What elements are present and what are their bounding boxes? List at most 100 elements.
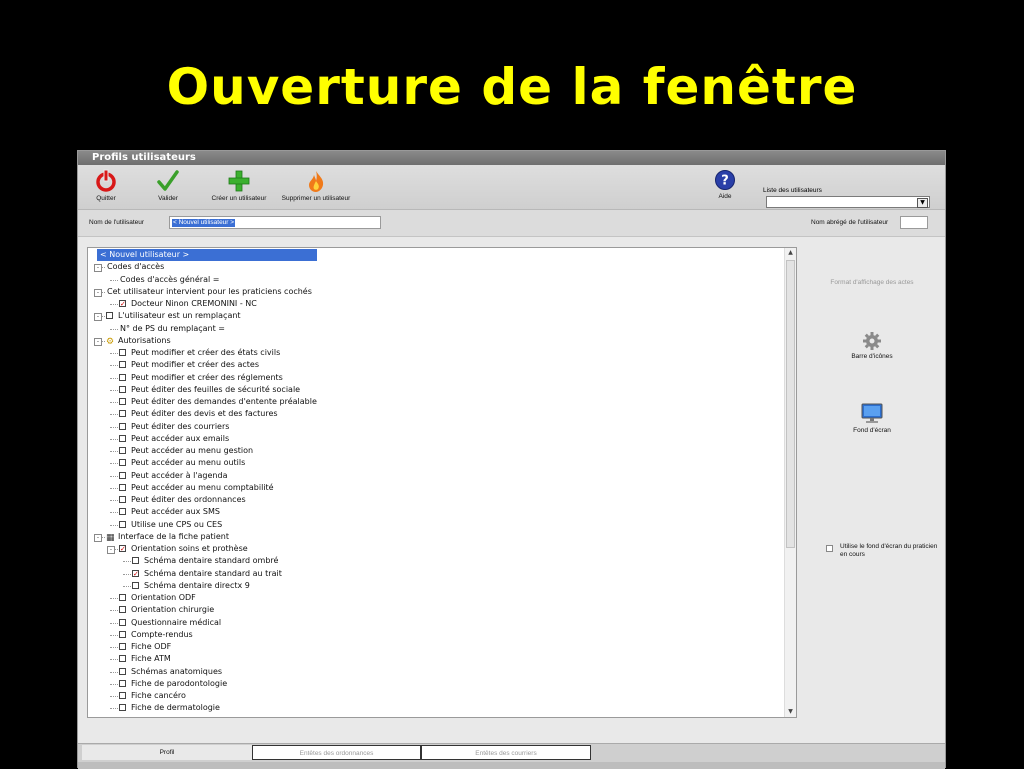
tree-row[interactable]: - Cet utilisateur intervient pour les pra…	[88, 286, 778, 298]
permission-checkbox[interactable]	[119, 373, 126, 381]
quit-button[interactable]: Quitter	[86, 169, 126, 202]
permission-checkbox[interactable]	[119, 594, 126, 601]
tree-connector	[110, 647, 118, 648]
tree-row[interactable]: Peut éditer des courriers	[88, 421, 778, 433]
permission-checkbox[interactable]	[119, 679, 126, 687]
tree-row-label: Peut accéder à l'agenda	[131, 470, 228, 480]
permission-checkbox[interactable]	[132, 581, 139, 589]
permission-checkbox[interactable]	[119, 704, 126, 712]
validate-button[interactable]: Valider	[148, 169, 188, 202]
tree-row-label: Peut modifier et créer des réglements	[131, 372, 283, 382]
collapse-toggle-icon[interactable]: -	[107, 546, 115, 554]
icon-bar-button[interactable]: Barre d'icônes	[800, 331, 944, 360]
tree-row[interactable]: Peut éditer des ordonnances	[88, 494, 778, 506]
help-button[interactable]: ? Aide	[708, 169, 742, 200]
dropdown-arrow-icon[interactable]: ▼	[917, 198, 928, 208]
tree-row[interactable]: - Codes d'accès	[88, 261, 778, 273]
permission-checkbox[interactable]	[119, 496, 126, 503]
short-name-input[interactable]	[900, 216, 928, 229]
permission-checkbox[interactable]	[119, 349, 126, 356]
tree-row[interactable]: N° de PS du remplaçant =	[88, 323, 778, 335]
scroll-up-icon[interactable]: ▲	[785, 248, 796, 258]
tree-row[interactable]: - ▦ Interface de la fiche patient	[88, 531, 778, 543]
tree-row[interactable]: Fiche ATM	[88, 653, 778, 665]
permission-checkbox[interactable]	[119, 447, 126, 454]
tree-row[interactable]: Schémas anatomiques	[88, 666, 778, 678]
tree-row[interactable]: Orientation ODF	[88, 592, 778, 604]
tree-row[interactable]: Peut modifier et créer des réglements	[88, 372, 778, 384]
tree-row[interactable]: Peut accéder aux emails	[88, 433, 778, 445]
tree-row[interactable]: - L'utilisateur est un remplaçant	[88, 310, 778, 322]
username-input[interactable]: < Nouvel utilisateur >	[169, 216, 381, 229]
tree-row-label: Orientation chirurgie	[131, 605, 215, 615]
tab-letter-headers[interactable]: Entêtes des courriers	[421, 745, 591, 760]
collapse-toggle-icon[interactable]: -	[94, 533, 102, 542]
permission-checkbox[interactable]	[132, 557, 139, 565]
tree-row[interactable]: - ✓ Orientation soins et prothèse	[88, 543, 778, 555]
tree-row[interactable]: Peut modifier et créer des états civils	[88, 347, 778, 359]
tree-scrollbar[interactable]: ▲ ▼	[784, 248, 796, 717]
tree-row[interactable]: Schéma dentaire standard ombré	[88, 555, 778, 567]
tree-row[interactable]: Compte-rendus	[88, 629, 778, 641]
tree-row[interactable]: ✓ Docteur Ninon CREMONINI - NC	[88, 298, 778, 310]
tree-row[interactable]: Peut accéder aux SMS	[88, 506, 778, 518]
tree-row[interactable]: - ⚙ Autorisations	[88, 335, 778, 347]
collapse-toggle-icon[interactable]: -	[94, 313, 102, 322]
tree-row[interactable]: Peut accéder à l'agenda	[88, 470, 778, 482]
permission-checkbox[interactable]: ✓	[132, 569, 139, 577]
tree-row[interactable]: Peut accéder au menu comptabilité	[88, 482, 778, 494]
permission-checkbox[interactable]	[119, 398, 126, 405]
permission-checkbox[interactable]	[119, 410, 126, 418]
permission-checkbox[interactable]	[119, 655, 126, 663]
permission-checkbox[interactable]	[119, 606, 126, 614]
permission-checkbox[interactable]	[119, 643, 126, 650]
create-user-button[interactable]: Créer un utilisateur	[206, 169, 272, 202]
permission-checkbox[interactable]	[119, 630, 126, 638]
permission-checkbox[interactable]	[119, 385, 126, 393]
permission-checkbox[interactable]	[119, 459, 126, 467]
tab-profil[interactable]: Profil	[82, 745, 252, 760]
scroll-down-icon[interactable]: ▼	[785, 707, 796, 717]
tree-row[interactable]: Fiche de parodontologie	[88, 678, 778, 690]
tree-row[interactable]: Questionnaire médical	[88, 617, 778, 629]
permission-checkbox[interactable]	[119, 520, 126, 528]
tree-row[interactable]: Orientation chirurgie	[88, 604, 778, 616]
permission-checkbox[interactable]	[119, 483, 126, 491]
permission-checkbox[interactable]	[119, 361, 126, 369]
gear-icon	[863, 332, 881, 350]
permission-checkbox[interactable]	[106, 312, 113, 320]
tree-row[interactable]: Schéma dentaire directx 9	[88, 580, 778, 592]
tree-row[interactable]: Fiche cancéro	[88, 690, 778, 702]
tree-row[interactable]: Codes d'accès général =	[88, 274, 778, 286]
tree-row[interactable]: < Nouvel utilisateur >	[88, 249, 778, 261]
tree-row[interactable]: Peut modifier et créer des actes	[88, 359, 778, 371]
tree-row[interactable]: Peut accéder au menu outils	[88, 457, 778, 469]
tree-row[interactable]: ✓ Schéma dentaire standard au trait	[88, 568, 778, 580]
collapse-toggle-icon[interactable]: -	[94, 288, 102, 297]
user-list-select[interactable]: ▼	[766, 196, 930, 208]
collapse-toggle-icon[interactable]: -	[94, 264, 102, 273]
permission-checkbox[interactable]	[119, 692, 126, 699]
collapse-toggle-icon[interactable]: -	[94, 337, 102, 346]
display-format-button[interactable]: Format d'affichage des actes	[800, 279, 944, 286]
permission-checkbox[interactable]	[119, 667, 126, 675]
tree-row[interactable]: Peut éditer des devis et des factures	[88, 408, 778, 420]
permission-checkbox[interactable]	[119, 422, 126, 430]
tree-row[interactable]: Peut éditer des demandes d'entente préal…	[88, 396, 778, 408]
tree-row[interactable]: Peut éditer des feuilles de sécurité soc…	[88, 384, 778, 396]
tree-row[interactable]: Fiche de dermatologie	[88, 702, 778, 714]
use-practitioner-wallpaper-checkbox[interactable]	[826, 545, 833, 552]
permission-checkbox[interactable]: ✓	[119, 300, 126, 308]
permission-checkbox[interactable]	[119, 618, 126, 626]
tree-row[interactable]: Fiche ODF	[88, 641, 778, 653]
permission-checkbox[interactable]	[119, 508, 126, 516]
delete-user-button[interactable]: Supprimer un utilisateur	[276, 169, 356, 202]
permission-checkbox[interactable]	[119, 471, 126, 479]
tree-row[interactable]: Peut accéder au menu gestion	[88, 445, 778, 457]
permission-checkbox[interactable]: ✓	[119, 545, 126, 553]
wallpaper-button[interactable]: Fond d'écran	[800, 403, 944, 434]
scroll-thumb[interactable]	[786, 260, 795, 548]
tab-prescription-headers[interactable]: Entêtes des ordonnances	[252, 745, 421, 760]
permission-checkbox[interactable]	[119, 434, 126, 442]
tree-row[interactable]: Utilise une CPS ou CES	[88, 519, 778, 531]
